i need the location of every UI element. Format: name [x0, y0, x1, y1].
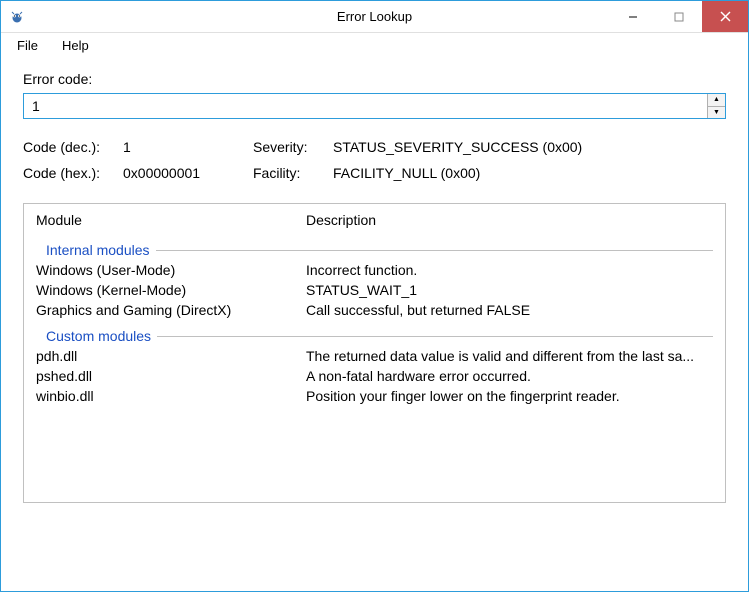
content-area: Error code: ▲ ▼ Code (dec.): 1 Severity:…: [1, 57, 748, 521]
menu-help[interactable]: Help: [52, 36, 99, 55]
maximize-button[interactable]: [656, 1, 702, 32]
result-row[interactable]: winbio.dllPosition your finger lower on …: [24, 386, 725, 406]
result-module: pdh.dll: [36, 348, 306, 364]
menubar: File Help: [1, 33, 748, 57]
code-dec-value: 1: [123, 139, 253, 155]
result-module: Windows (User-Mode): [36, 262, 306, 278]
result-description: Incorrect function.: [306, 262, 713, 278]
severity-label: Severity:: [253, 139, 333, 155]
result-module: Windows (Kernel-Mode): [36, 282, 306, 298]
separator-line: [156, 250, 713, 251]
col-desc-header[interactable]: Description: [306, 212, 713, 228]
error-code-input-row: ▲ ▼: [23, 93, 726, 119]
group-internal-header: Internal modules: [24, 240, 725, 260]
separator-line: [157, 336, 713, 337]
result-row[interactable]: pdh.dllThe returned data value is valid …: [24, 346, 725, 366]
close-button[interactable]: [702, 1, 748, 32]
error-code-input[interactable]: [24, 94, 707, 118]
result-row[interactable]: pshed.dllA non-fatal hardware error occu…: [24, 366, 725, 386]
severity-value: STATUS_SEVERITY_SUCCESS (0x00): [333, 139, 726, 155]
menu-file[interactable]: File: [7, 36, 48, 55]
result-description: Call successful, but returned FALSE: [306, 302, 713, 318]
minimize-button[interactable]: [610, 1, 656, 32]
facility-value: FACILITY_NULL (0x00): [333, 165, 726, 181]
facility-label: Facility:: [253, 165, 333, 181]
code-hex-value: 0x00000001: [123, 165, 253, 181]
window-controls: [610, 1, 748, 32]
spinner: ▲ ▼: [707, 94, 725, 118]
code-dec-label: Code (dec.):: [23, 139, 123, 155]
app-icon: [9, 9, 25, 25]
group-custom-header: Custom modules: [24, 326, 725, 346]
result-module: winbio.dll: [36, 388, 306, 404]
spinner-up[interactable]: ▲: [708, 94, 725, 107]
result-row[interactable]: Windows (User-Mode)Incorrect function.: [24, 260, 725, 280]
results-panel: Module Description Internal modules Wind…: [23, 203, 726, 503]
result-description: Position your finger lower on the finger…: [306, 388, 713, 404]
result-module: Graphics and Gaming (DirectX): [36, 302, 306, 318]
result-description: A non-fatal hardware error occurred.: [306, 368, 713, 384]
result-description: STATUS_WAIT_1: [306, 282, 713, 298]
result-module: pshed.dll: [36, 368, 306, 384]
result-row[interactable]: Graphics and Gaming (DirectX)Call succes…: [24, 300, 725, 320]
error-code-label: Error code:: [23, 71, 726, 87]
group-custom-label: Custom modules: [36, 328, 157, 344]
result-description: The returned data value is valid and dif…: [306, 348, 713, 364]
group-internal-label: Internal modules: [36, 242, 156, 258]
spinner-down[interactable]: ▼: [708, 107, 725, 119]
titlebar: Error Lookup: [1, 1, 748, 33]
results-header: Module Description: [24, 204, 725, 234]
meta-grid: Code (dec.): 1 Severity: STATUS_SEVERITY…: [23, 139, 726, 181]
result-row[interactable]: Windows (Kernel-Mode)STATUS_WAIT_1: [24, 280, 725, 300]
code-hex-label: Code (hex.):: [23, 165, 123, 181]
col-module-header[interactable]: Module: [36, 212, 306, 228]
